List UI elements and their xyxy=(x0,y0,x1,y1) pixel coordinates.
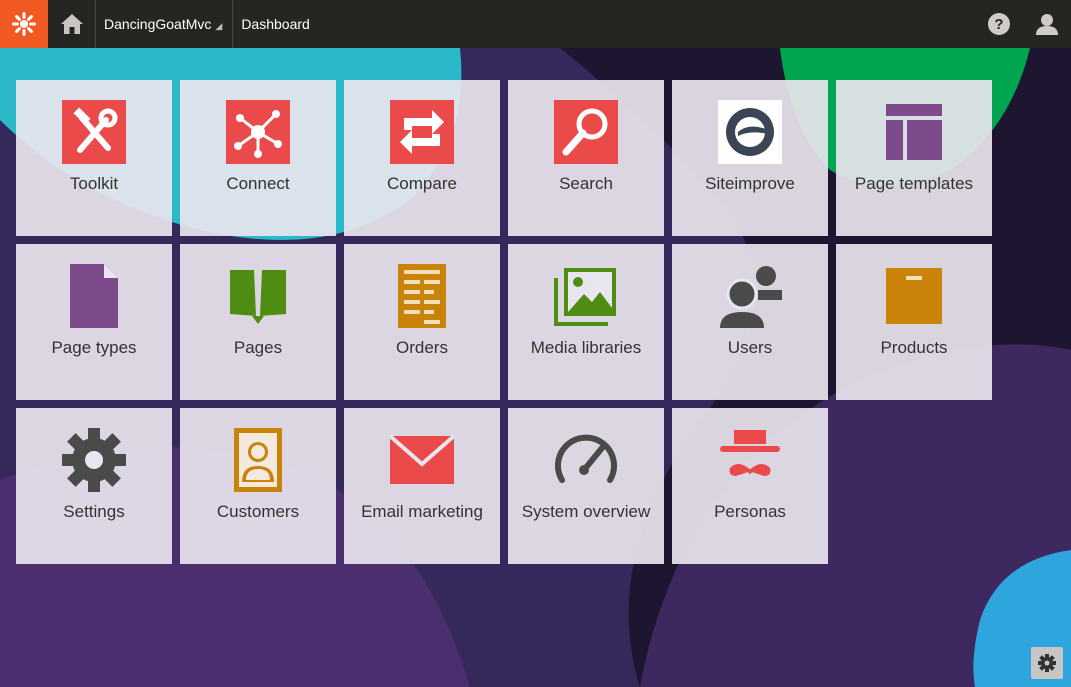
kentico-logo-icon xyxy=(12,12,36,36)
tile-label: Connect xyxy=(226,174,290,193)
tile-search[interactable]: Search xyxy=(508,80,664,236)
help-icon: ? xyxy=(988,13,1010,35)
tile-label: Settings xyxy=(63,502,125,521)
email-marketing-icon xyxy=(390,428,454,492)
tile-users[interactable]: Users xyxy=(672,244,828,400)
tile-toolkit[interactable]: Toolkit xyxy=(16,80,172,236)
dashboard-settings-button[interactable] xyxy=(1031,647,1063,679)
compare-icon xyxy=(390,100,454,164)
tile-page-templates[interactable]: Page templates xyxy=(836,80,992,236)
site-selector[interactable]: DancingGoatMvc ◢ xyxy=(96,0,234,48)
tile-label: Personas xyxy=(714,502,786,521)
media-libraries-icon xyxy=(554,264,618,328)
connect-icon xyxy=(226,100,290,164)
tile-email-marketing[interactable]: Email marketing xyxy=(344,408,500,564)
tile-label: Users xyxy=(727,338,773,357)
dashboard-settings-icon xyxy=(1038,654,1056,672)
tile-label: Customers xyxy=(216,502,300,521)
siteimprove-icon xyxy=(718,100,782,164)
tile-compare[interactable]: Compare xyxy=(344,80,500,236)
tile-label: System overview xyxy=(521,502,651,521)
tile-label: Compare xyxy=(387,174,457,193)
tile-label: Orders xyxy=(396,338,448,357)
breadcrumb-current: Dashboard xyxy=(241,16,310,32)
tile-label: Search xyxy=(559,174,613,193)
home-button[interactable] xyxy=(48,0,96,48)
tile-siteimprove[interactable]: Siteimprove xyxy=(672,80,828,236)
tile-customers[interactable]: Customers xyxy=(180,408,336,564)
customers-icon xyxy=(226,428,290,492)
page-templates-icon xyxy=(882,100,946,164)
tile-label: Products xyxy=(880,338,948,357)
caret-down-icon: ◢ xyxy=(215,20,223,31)
kentico-logo-button[interactable] xyxy=(0,0,48,48)
pages-icon xyxy=(226,264,290,328)
toolkit-icon xyxy=(62,100,126,164)
tile-label: Media libraries xyxy=(530,338,642,357)
help-button[interactable]: ? xyxy=(975,0,1023,48)
user-menu-button[interactable] xyxy=(1023,0,1071,48)
products-icon xyxy=(882,264,946,328)
tile-products[interactable]: Products xyxy=(836,244,992,400)
app-header: DancingGoatMvc ◢ Dashboard ? xyxy=(0,0,1071,48)
tile-orders[interactable]: Orders xyxy=(344,244,500,400)
tile-settings[interactable]: Settings xyxy=(16,408,172,564)
personas-icon xyxy=(718,428,782,492)
tile-label: Siteimprove xyxy=(705,174,795,193)
search-icon xyxy=(554,100,618,164)
breadcrumb: Dashboard xyxy=(233,0,318,48)
system-overview-icon xyxy=(554,428,618,492)
tile-label: Pages xyxy=(233,338,283,357)
svg-text:?: ? xyxy=(994,16,1003,33)
site-name: DancingGoatMvc xyxy=(104,16,212,32)
tile-connect[interactable]: Connect xyxy=(180,80,336,236)
tile-personas[interactable]: Personas xyxy=(672,408,828,564)
tile-system-overview[interactable]: System overview xyxy=(508,408,664,564)
tile-pages[interactable]: Pages xyxy=(180,244,336,400)
tile-label: Page types xyxy=(51,338,137,357)
settings-icon xyxy=(62,428,126,492)
tile-page-types[interactable]: Page types xyxy=(16,244,172,400)
tile-label: Toolkit xyxy=(69,174,119,193)
tile-media-libraries[interactable]: Media libraries xyxy=(508,244,664,400)
tile-label: Email marketing xyxy=(361,502,483,521)
tile-label: Page templates xyxy=(854,174,974,193)
user-icon xyxy=(1036,14,1058,35)
users-icon xyxy=(718,264,782,328)
page-types-icon xyxy=(62,264,126,328)
orders-icon xyxy=(390,264,454,328)
home-icon xyxy=(60,14,83,34)
